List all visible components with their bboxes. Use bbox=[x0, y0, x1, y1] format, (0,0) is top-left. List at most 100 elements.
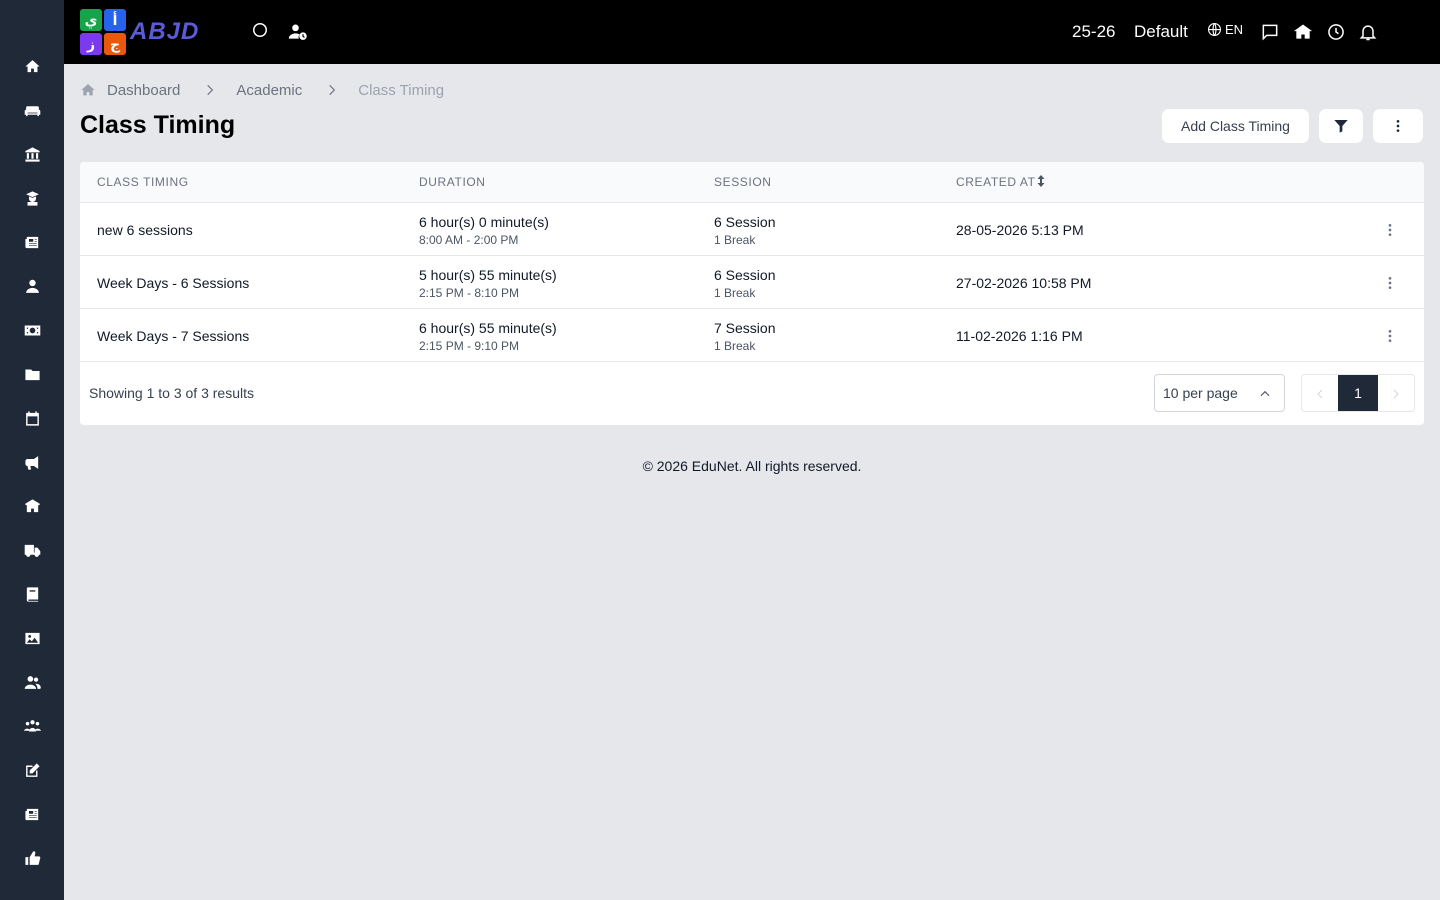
bell-icon bbox=[1359, 25, 1377, 41]
cell-break: 1 Break bbox=[714, 233, 756, 247]
home-icon bbox=[24, 59, 40, 72]
clock-icon bbox=[1328, 24, 1344, 40]
column-header-label: CREATED AT bbox=[956, 175, 1036, 189]
book-icon bbox=[26, 586, 38, 602]
sort-icon bbox=[1037, 175, 1045, 187]
sidebar-item-home[interactable] bbox=[20, 54, 44, 78]
megaphone-icon bbox=[24, 455, 38, 470]
sidebar bbox=[0, 0, 64, 900]
cell-session: 6 Session bbox=[714, 267, 776, 283]
table-header: CLASS TIMING DURATION SESSION CREATED AT bbox=[80, 162, 1424, 203]
per-page-select[interactable]: 10 per page bbox=[1154, 374, 1285, 412]
sidebar-item-users[interactable] bbox=[20, 670, 44, 694]
cell-duration: 6 hour(s) 55 minute(s) bbox=[419, 320, 557, 336]
page-title: Class Timing bbox=[80, 111, 236, 139]
more-vertical-icon bbox=[1396, 120, 1400, 132]
footer-copyright: © 2026 EduNet. All rights reserved. bbox=[642, 458, 862, 474]
sidebar-item-files[interactable] bbox=[20, 362, 44, 386]
breadcrumb-current: Class Timing bbox=[358, 81, 445, 99]
notifications-button[interactable] bbox=[1356, 20, 1380, 44]
logo-text: ABJD bbox=[130, 18, 200, 45]
filter-button[interactable] bbox=[1318, 108, 1364, 144]
page-button-current[interactable]: 1 bbox=[1338, 375, 1378, 411]
row-actions-button[interactable] bbox=[1378, 219, 1402, 241]
more-vertical-icon bbox=[1388, 224, 1392, 236]
sidebar-item-feedback[interactable] bbox=[20, 846, 44, 870]
row-actions-button[interactable] bbox=[1378, 272, 1402, 294]
results-summary: Showing 1 to 3 of 3 results bbox=[89, 385, 254, 401]
sidebar-item-fees[interactable] bbox=[20, 318, 44, 342]
sidebar-item-gallery[interactable] bbox=[20, 626, 44, 650]
user-icon bbox=[25, 279, 39, 293]
pagination: 1 bbox=[1301, 374, 1415, 412]
sidebar-item-institution[interactable] bbox=[20, 142, 44, 166]
cell-created-at: 27-02-2026 10:58 PM bbox=[956, 275, 1092, 291]
school-money-icon bbox=[24, 498, 40, 512]
cell-session: 6 Session bbox=[714, 214, 776, 230]
next-page-button[interactable] bbox=[1378, 375, 1414, 411]
cell-class-timing: Week Days - 7 Sessions bbox=[97, 328, 250, 344]
sidebar-item-library[interactable] bbox=[20, 582, 44, 606]
sidebar-item-transport[interactable] bbox=[20, 538, 44, 562]
chevron-left-icon bbox=[1317, 389, 1323, 399]
more-options-button[interactable] bbox=[1372, 108, 1424, 144]
sidebar-item-user[interactable] bbox=[20, 274, 44, 298]
cell-class-timing: new 6 sessions bbox=[97, 222, 193, 238]
sidebar-item-news[interactable] bbox=[20, 230, 44, 254]
school-name[interactable]: Default bbox=[1134, 22, 1188, 42]
sidebar-item-calendar[interactable] bbox=[20, 406, 44, 430]
school-button[interactable] bbox=[1291, 20, 1315, 44]
folder-icon bbox=[24, 369, 40, 380]
sidebar-item-sofa[interactable] bbox=[20, 98, 44, 122]
prev-page-button[interactable] bbox=[1302, 375, 1338, 411]
chevron-right-icon bbox=[203, 83, 217, 97]
breadcrumb-academic[interactable]: Academic bbox=[236, 82, 302, 99]
cell-time-range: 2:15 PM - 9:10 PM bbox=[419, 339, 520, 353]
breadcrumb-dashboard[interactable]: Dashboard bbox=[107, 82, 180, 99]
column-header-created-at[interactable]: CREATED AT bbox=[956, 175, 1045, 189]
school-icon bbox=[1293, 24, 1313, 39]
news-icon bbox=[24, 808, 38, 820]
calendar-icon bbox=[25, 410, 39, 426]
status-circle-button[interactable] bbox=[248, 18, 272, 42]
logo-letter: أ bbox=[104, 9, 126, 31]
user-clock-button[interactable] bbox=[286, 20, 310, 44]
cell-break: 1 Break bbox=[714, 286, 756, 300]
sidebar-item-graduate[interactable] bbox=[20, 186, 44, 210]
sidebar-item-school-fees[interactable] bbox=[20, 494, 44, 518]
logo-letter: ز bbox=[80, 33, 102, 55]
add-class-timing-button[interactable]: Add Class Timing bbox=[1161, 108, 1310, 144]
home-icon[interactable] bbox=[80, 82, 96, 98]
sidebar-item-announcements[interactable] bbox=[20, 450, 44, 474]
sidebar-item-edit[interactable] bbox=[20, 758, 44, 782]
cell-created-at: 28-05-2026 5:13 PM bbox=[956, 222, 1084, 238]
table-row: Week Days - 6 Sessions 5 hour(s) 55 minu… bbox=[80, 256, 1424, 309]
sidebar-item-groups[interactable] bbox=[20, 714, 44, 738]
logo[interactable]: ي أ ز ج ABJD bbox=[80, 8, 226, 56]
chat-button[interactable] bbox=[1258, 20, 1282, 44]
per-page-value: 10 per page bbox=[1163, 385, 1238, 401]
row-actions-button[interactable] bbox=[1378, 325, 1402, 347]
sofa-icon bbox=[24, 105, 40, 116]
column-header-class-timing: CLASS TIMING bbox=[97, 175, 189, 189]
cell-session: 7 Session bbox=[714, 320, 776, 336]
cell-duration: 5 hour(s) 55 minute(s) bbox=[419, 267, 557, 283]
history-button[interactable] bbox=[1324, 20, 1348, 44]
logo-mark: ي أ ز ج bbox=[80, 9, 126, 55]
cell-created-at: 11-02-2026 1:16 PM bbox=[956, 328, 1083, 344]
language-code: EN bbox=[1225, 22, 1244, 37]
more-vertical-icon bbox=[1388, 330, 1392, 342]
more-vertical-icon bbox=[1388, 277, 1392, 289]
chevron-right-icon bbox=[325, 83, 339, 97]
image-icon bbox=[24, 632, 40, 644]
language-selector[interactable]: EN bbox=[1207, 22, 1243, 37]
money-icon bbox=[24, 325, 40, 335]
newspaper-icon bbox=[24, 236, 38, 248]
chevron-up-icon bbox=[1258, 387, 1272, 401]
sidebar-item-reports[interactable] bbox=[20, 802, 44, 826]
breadcrumb: Dashboard Academic Class Timing bbox=[80, 81, 444, 99]
table-row: Week Days - 7 Sessions 6 hour(s) 55 minu… bbox=[80, 309, 1424, 362]
session-year[interactable]: 25-26 bbox=[1072, 22, 1115, 42]
truck-icon bbox=[24, 544, 40, 557]
thumbs-up-icon bbox=[24, 850, 40, 865]
